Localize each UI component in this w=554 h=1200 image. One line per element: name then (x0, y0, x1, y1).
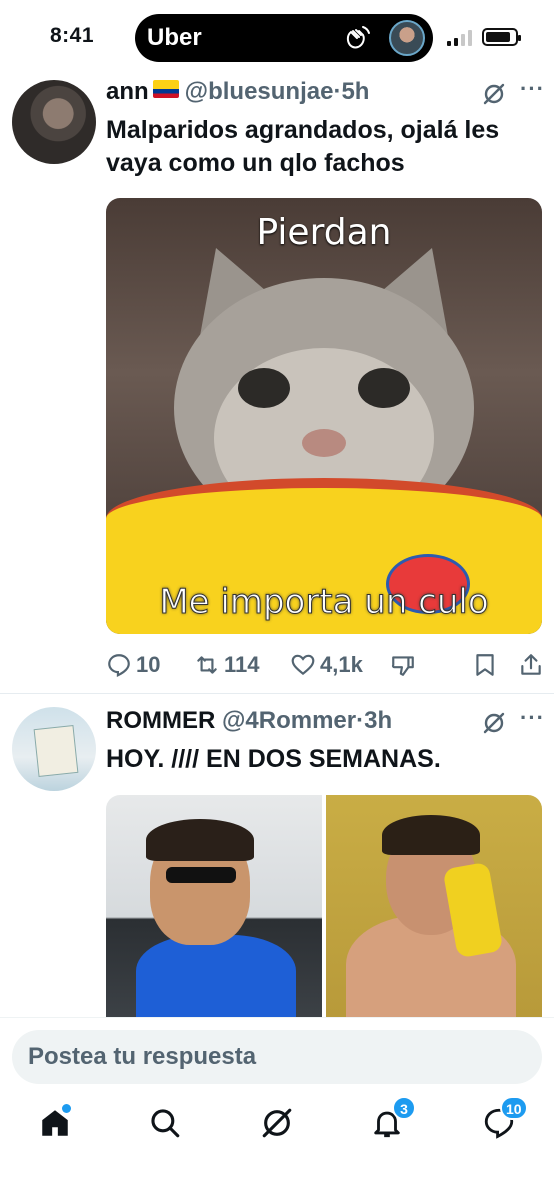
status-bar: 8:41 Uber (0, 0, 554, 76)
heart-icon (291, 654, 315, 676)
clock: 8:41 (50, 24, 95, 47)
like-button[interactable]: 4,1k (290, 650, 363, 680)
tweet-image[interactable] (106, 795, 322, 1017)
island-app-name: Uber (147, 24, 202, 51)
reply-count: 10 (136, 652, 161, 677)
bookmark-button[interactable] (472, 650, 498, 680)
tweet[interactable]: ann @bluesunjae·5h ··· Malparidos agranda… (0, 76, 554, 694)
bookmark-icon (476, 654, 494, 676)
grok-icon[interactable] (482, 711, 506, 735)
tab-grok[interactable] (260, 1106, 294, 1140)
tab-search[interactable] (148, 1106, 182, 1140)
retweet-count: 114 (224, 652, 260, 677)
tweet-text: HOY. //// EN DOS SEMANAS. (106, 745, 441, 773)
more-options-button[interactable]: ··· (520, 76, 544, 102)
author-name[interactable]: ROMMER (106, 707, 215, 734)
tweet-actions: 10 114 4,1k (106, 650, 546, 680)
retweet-icon (197, 656, 217, 674)
avatar (389, 20, 425, 56)
messages-badge: 10 (500, 1096, 528, 1120)
wave-hand-icon (346, 26, 370, 49)
bottom-tab-bar: 3 10 (0, 1090, 554, 1160)
author-name[interactable]: ann (106, 78, 149, 105)
tweet-age: 3h (364, 707, 393, 734)
book-image (33, 725, 79, 777)
thumbs-down-icon (391, 656, 414, 676)
more-options-button[interactable]: ··· (520, 705, 544, 731)
hair (382, 815, 480, 855)
hair (146, 819, 254, 861)
author-handle[interactable]: @bluesunjae (185, 78, 334, 105)
retweet-button[interactable]: 114 (194, 650, 260, 680)
grok-icon[interactable] (482, 82, 506, 106)
battery-icon (482, 28, 521, 46)
dislike-button[interactable] (390, 650, 416, 680)
tweet-text: Malparidos agrandados, ojalá les vaya co… (106, 116, 500, 177)
separator: · (356, 707, 365, 734)
jacket (136, 935, 296, 1017)
tweet-image[interactable]: Pierdan Me importa un culo (106, 198, 542, 634)
meme-caption-top: Pierdan (256, 212, 392, 253)
colombia-flag-icon (152, 80, 179, 98)
share-icon (521, 654, 541, 675)
tweet-image[interactable] (326, 795, 542, 1017)
tweet-header: ROMMER @4Rommer·3h (106, 707, 392, 737)
grok-icon (262, 1108, 292, 1138)
signal-icon (447, 30, 472, 46)
share-button[interactable] (518, 650, 544, 680)
reply-button[interactable]: 10 (106, 650, 160, 680)
tweet-age: 5h (341, 78, 370, 105)
meme-caption-bottom: Me importa un culo (159, 582, 489, 623)
like-count: 4,1k (320, 652, 363, 677)
search-icon (151, 1109, 180, 1138)
avatar[interactable] (12, 707, 96, 791)
tweet-header: ann @bluesunjae·5h (106, 78, 369, 108)
author-handle[interactable]: @4Rommer (222, 707, 356, 734)
tweet[interactable]: ROMMER @4Rommer·3h ··· HOY. //// EN DOS … (0, 695, 554, 1017)
avatar[interactable] (12, 80, 96, 164)
home-unread-dot (62, 1104, 71, 1113)
reply-icon (108, 654, 130, 678)
notifications-badge: 3 (392, 1096, 416, 1120)
dynamic-island[interactable]: Uber (135, 14, 433, 62)
tweet-image-grid (106, 795, 542, 1017)
sunglasses (166, 867, 236, 883)
reply-input[interactable]: Postea tu respuesta (12, 1030, 542, 1084)
